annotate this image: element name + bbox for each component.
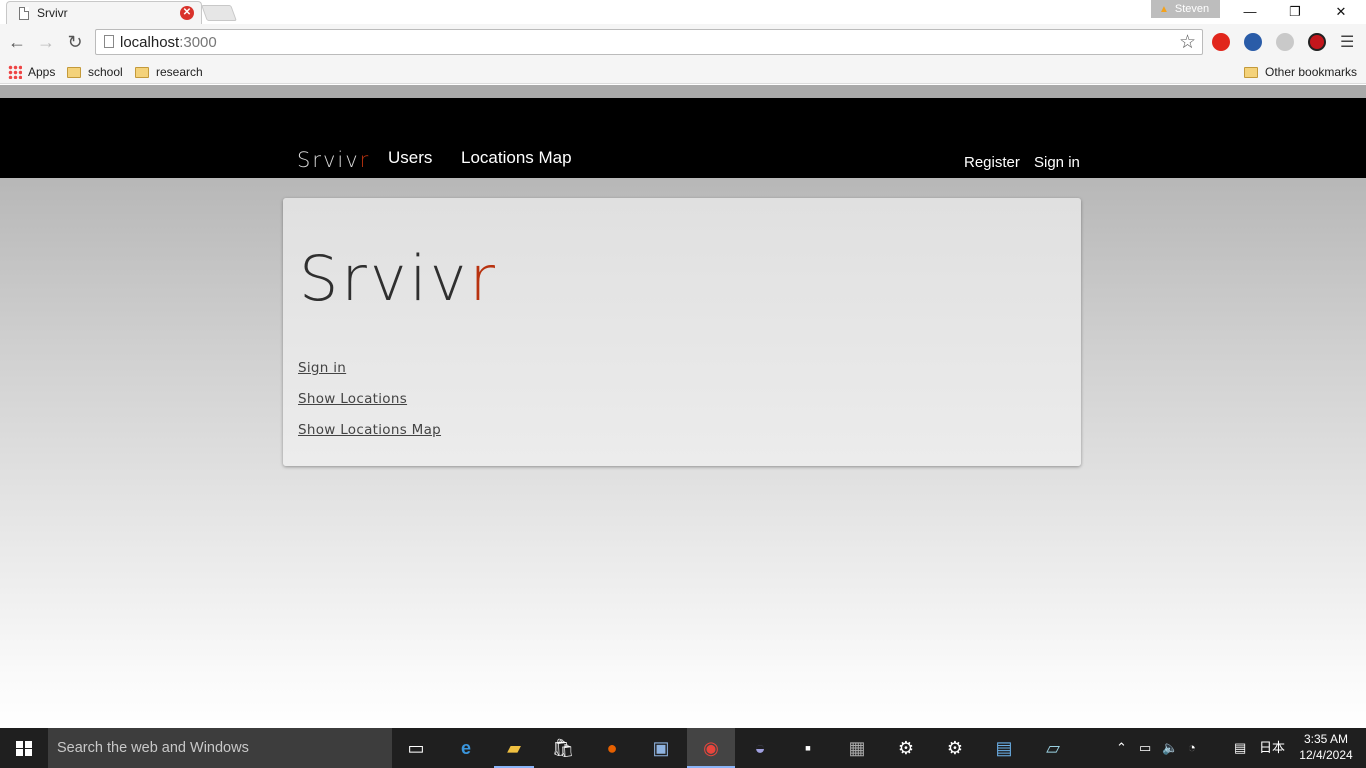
- wifi-icon[interactable]: ◔: [1188, 728, 1196, 768]
- start-button[interactable]: [0, 728, 48, 768]
- page-icon: [19, 7, 29, 20]
- bookmark-folder-research[interactable]: research: [135, 63, 203, 81]
- edge-icon[interactable]: e: [452, 734, 480, 762]
- notepad-icon[interactable]: ▱: [1039, 734, 1067, 762]
- store-icon[interactable]: 🛍: [549, 734, 577, 762]
- show-hidden-icons-icon[interactable]: ⌃: [1116, 728, 1127, 768]
- clock-time: 3:35 AM: [1303, 732, 1349, 746]
- profile-button[interactable]: ▲ Steven: [1151, 0, 1220, 18]
- hero-logo: Srvivr: [299, 242, 498, 315]
- reload-icon[interactable]: ↻: [63, 30, 87, 54]
- apps-grid-icon: [8, 65, 22, 79]
- browser-tab[interactable]: Srvivr ✕: [6, 1, 202, 24]
- action-center-icon[interactable]: ▤: [1234, 728, 1246, 768]
- profile-name: Steven: [1174, 3, 1210, 15]
- show-locations-link[interactable]: Show Locations: [298, 391, 407, 407]
- forward-icon[interactable]: →: [34, 30, 58, 54]
- new-tab-button[interactable]: [201, 5, 237, 21]
- extension-icon-globe[interactable]: [1244, 33, 1262, 51]
- system-clock[interactable]: 3:35 AM 12/4/2024: [1296, 731, 1356, 763]
- eclipse-icon[interactable]: ◒: [746, 734, 774, 762]
- windows-taskbar: Search the web and Windows ▭ e ▰ 🛍 ● ▣ ◉…: [0, 728, 1366, 768]
- sign-in-link[interactable]: Sign in: [298, 360, 346, 376]
- browser-toolbar: ← → ↻ localhost:3000 ☆ ☰: [0, 24, 1366, 60]
- nav-register-link[interactable]: Register: [964, 154, 1020, 171]
- windows-logo-icon: [16, 741, 32, 756]
- bookmark-folder-other[interactable]: Other bookmarks: [1244, 63, 1357, 81]
- settings-icon[interactable]: ⚙: [892, 734, 920, 762]
- nav-locations-map-link[interactable]: Locations Map: [461, 148, 572, 168]
- services-icon[interactable]: ⚙: [941, 734, 969, 762]
- warning-icon: ▲: [1159, 4, 1169, 15]
- firefox-icon[interactable]: ●: [598, 734, 626, 762]
- site-brand-logo[interactable]: Srvivr: [297, 148, 370, 172]
- back-icon[interactable]: ←: [5, 30, 29, 54]
- close-tab-icon[interactable]: ✕: [180, 6, 194, 20]
- page-info-icon[interactable]: [104, 35, 114, 48]
- extension-icon-grey[interactable]: [1276, 33, 1294, 51]
- battery-icon[interactable]: ▭: [1139, 728, 1151, 768]
- page-viewport: Srvivr Users Locations Map Register Sign…: [0, 85, 1366, 728]
- browser-tab-strip: Srvivr ✕ ▲ Steven — ❐ ✕: [0, 0, 1366, 24]
- welcome-card: Srvivr Sign in Show Locations Show Locat…: [283, 198, 1081, 466]
- bookmark-folder-school[interactable]: school: [67, 63, 123, 81]
- chrome-icon[interactable]: ◉: [697, 734, 725, 762]
- nav-users-link[interactable]: Users: [388, 148, 432, 168]
- minimize-button[interactable]: —: [1227, 0, 1273, 24]
- show-locations-map-link[interactable]: Show Locations Map: [298, 422, 441, 438]
- nav-sign-in-link[interactable]: Sign in: [1034, 154, 1080, 171]
- top-strip: [0, 85, 1366, 98]
- remote-desktop-icon[interactable]: ▤: [990, 734, 1018, 762]
- close-window-button[interactable]: ✕: [1318, 0, 1364, 24]
- file-explorer-icon[interactable]: ▰: [500, 734, 528, 762]
- url-text: localhost:3000: [120, 34, 217, 51]
- folder-icon: [1244, 67, 1258, 78]
- site-navbar: Srvivr Users Locations Map Register Sign…: [0, 98, 1366, 178]
- folder-icon: [67, 67, 81, 78]
- folder-icon: [135, 67, 149, 78]
- monitor-icon[interactable]: ▦: [843, 734, 871, 762]
- extension-icon-block[interactable]: [1308, 33, 1326, 51]
- bookmarks-bar: Apps school research Other bookmarks: [0, 60, 1366, 84]
- tab-title: Srvivr: [37, 6, 68, 20]
- restore-button[interactable]: ❐: [1272, 0, 1318, 24]
- photos-icon[interactable]: ▣: [647, 734, 675, 762]
- task-view-icon[interactable]: ▭: [402, 734, 430, 762]
- clock-date: 12/4/2024: [1299, 748, 1353, 762]
- menu-icon[interactable]: ☰: [1340, 32, 1354, 52]
- ime-indicator[interactable]: 日本: [1259, 728, 1285, 768]
- taskbar-search[interactable]: Search the web and Windows: [48, 728, 392, 768]
- bookmark-star-icon[interactable]: ☆: [1179, 31, 1196, 54]
- volume-icon[interactable]: 🔈: [1162, 728, 1178, 768]
- bookmark-apps[interactable]: Apps: [8, 63, 55, 81]
- extension-icon-red[interactable]: [1212, 33, 1230, 51]
- address-bar[interactable]: localhost:3000 ☆: [95, 29, 1203, 55]
- terminal-icon[interactable]: ▪: [794, 734, 822, 762]
